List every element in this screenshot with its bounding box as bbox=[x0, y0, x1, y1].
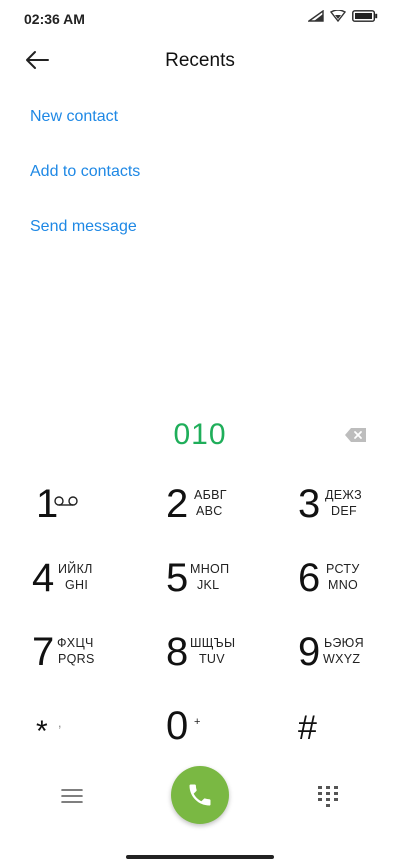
page-title: Recents bbox=[165, 50, 235, 71]
key-3[interactable]: 3 ДЕЖЗ DEF bbox=[298, 480, 400, 540]
battery-icon bbox=[352, 10, 378, 22]
dialpad-icon bbox=[318, 786, 338, 807]
key-5[interactable]: 5 МНОП JKL bbox=[166, 554, 276, 614]
key-letters-cyrillic: РСТУ bbox=[326, 562, 360, 576]
key-letters: + bbox=[194, 716, 201, 728]
status-bar: 02:36 AM bbox=[0, 0, 400, 36]
new-contact-link[interactable]: New contact bbox=[30, 108, 118, 126]
voicemail-icon bbox=[54, 494, 78, 512]
key-letters-latin: PQRS bbox=[58, 652, 95, 666]
key-letters-cyrillic: ШЩЪЫ bbox=[190, 636, 236, 650]
menu-button[interactable] bbox=[60, 786, 84, 806]
key-8[interactable]: 8 ШЩЪЫ TUV bbox=[166, 628, 276, 688]
key-digit: 3 bbox=[298, 482, 321, 526]
status-time: 02:36 AM bbox=[24, 11, 85, 27]
wifi-icon bbox=[330, 10, 346, 22]
key-letters-cyrillic: АБВГ bbox=[194, 488, 227, 502]
backspace-button[interactable] bbox=[344, 426, 368, 444]
status-icons bbox=[308, 10, 378, 22]
key-letters-latin: ABC bbox=[196, 504, 223, 518]
key-digit: 0 bbox=[166, 704, 189, 748]
key-6[interactable]: 6 РСТУ MNO bbox=[298, 554, 400, 614]
home-indicator[interactable] bbox=[126, 855, 274, 859]
key-digit: 7 bbox=[32, 630, 55, 674]
key-4[interactable]: 4 ИЙКЛ GHI bbox=[32, 554, 142, 614]
menu-icon bbox=[61, 789, 83, 803]
key-0[interactable]: 0 + bbox=[166, 702, 276, 762]
dialpad-button[interactable] bbox=[316, 784, 340, 808]
key-9[interactable]: 9 ЬЭЮЯ WXYZ bbox=[298, 628, 400, 688]
key-letters-latin: TUV bbox=[199, 652, 225, 666]
key-letters-cyrillic: ФХЦЧ bbox=[57, 636, 94, 650]
key-digit: * bbox=[36, 715, 48, 748]
key-digit: 2 bbox=[166, 482, 189, 526]
key-letters-latin: DEF bbox=[331, 504, 357, 518]
key-letters-cyrillic: ДЕЖЗ bbox=[325, 488, 362, 502]
key-letters: , bbox=[58, 716, 62, 730]
key-digit: 8 bbox=[166, 630, 189, 674]
dialed-number: 010 bbox=[173, 418, 227, 451]
call-button[interactable] bbox=[171, 766, 229, 824]
key-letters-cyrillic: ЬЭЮЯ bbox=[324, 636, 364, 650]
phone-icon bbox=[189, 784, 211, 806]
header: Recents bbox=[0, 40, 400, 80]
bottom-bar bbox=[0, 760, 400, 830]
key-hash[interactable]: # bbox=[298, 702, 400, 762]
key-letters-latin: MNO bbox=[328, 578, 359, 592]
key-digit: 5 bbox=[166, 556, 189, 600]
key-letters-latin: GHI bbox=[65, 578, 89, 592]
key-digit: 6 bbox=[298, 556, 321, 600]
key-star[interactable]: * , bbox=[36, 702, 146, 762]
key-letters-latin: JKL bbox=[197, 578, 220, 592]
key-1[interactable]: 1 bbox=[36, 480, 146, 540]
key-digit: 4 bbox=[32, 556, 55, 600]
key-letters-latin: WXYZ bbox=[323, 652, 361, 666]
backspace-icon bbox=[345, 428, 366, 442]
key-digit: 9 bbox=[298, 630, 321, 674]
add-to-contacts-link[interactable]: Add to contacts bbox=[30, 163, 140, 181]
key-digit: # bbox=[298, 709, 317, 747]
key-2[interactable]: 2 АБВГ ABC bbox=[166, 480, 276, 540]
key-7[interactable]: 7 ФХЦЧ PQRS bbox=[32, 628, 142, 688]
signal-icon bbox=[308, 10, 324, 22]
key-letters-cyrillic: МНОП bbox=[190, 562, 230, 576]
send-message-link[interactable]: Send message bbox=[30, 218, 137, 236]
key-letters-cyrillic: ИЙКЛ bbox=[58, 562, 93, 576]
